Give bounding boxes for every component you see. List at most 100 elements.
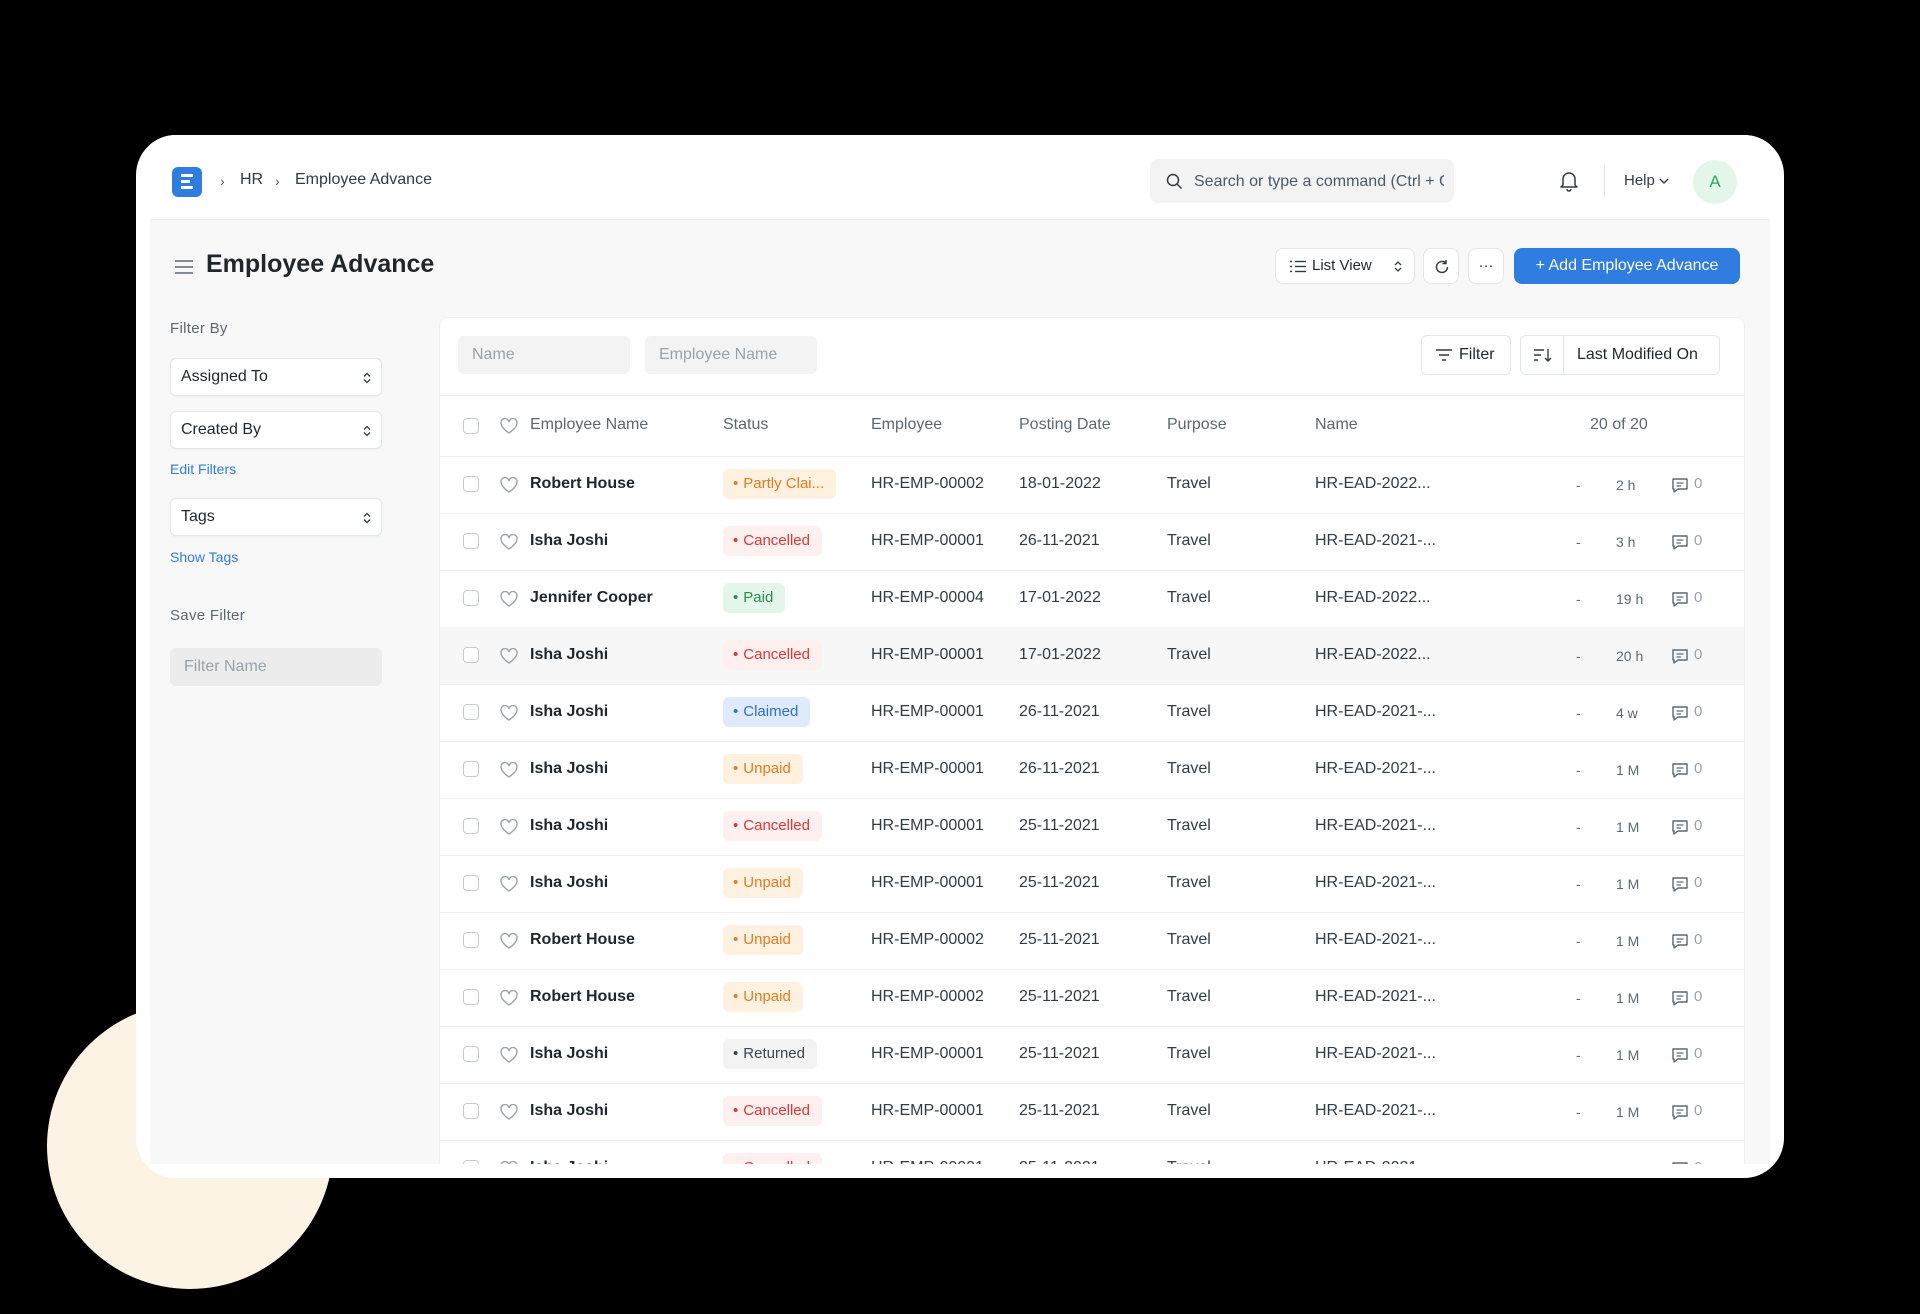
employee-name[interactable]: Isha Joshi — [530, 760, 608, 778]
employee-name[interactable]: Isha Joshi — [530, 646, 608, 664]
employee-name[interactable]: Isha Joshi — [530, 703, 608, 721]
employee-name[interactable]: Robert House — [530, 988, 635, 1006]
table-row[interactable]: Robert House Partly Clai... HR-EMP-00002 18… — [440, 456, 1744, 514]
sort-direction-button[interactable] — [1520, 335, 1564, 375]
posting-date: 25-11-2021 — [1019, 931, 1100, 948]
heart-icon[interactable] — [500, 534, 518, 550]
heart-icon[interactable] — [500, 990, 518, 1006]
status-badge: Cancelled — [723, 640, 822, 670]
created-by-select[interactable]: Created By — [170, 411, 382, 449]
refresh-button[interactable] — [1423, 248, 1459, 284]
heart-icon[interactable] — [500, 591, 518, 607]
row-checkbox[interactable] — [463, 818, 479, 834]
employee-name[interactable]: Isha Joshi — [530, 817, 608, 835]
row-checkbox[interactable] — [463, 1103, 479, 1119]
comment-icon[interactable] — [1671, 1047, 1689, 1064]
row-checkbox[interactable] — [463, 761, 479, 777]
list-view-button[interactable]: List View — [1275, 248, 1415, 284]
breadcrumb-employee-advance[interactable]: Employee Advance — [295, 171, 432, 189]
row-checkbox[interactable] — [463, 875, 479, 891]
heart-icon[interactable] — [500, 762, 518, 778]
heart-icon[interactable] — [500, 876, 518, 892]
table-row[interactable]: Robert House Unpaid HR-EMP-00002 25-11-2021… — [440, 912, 1744, 970]
table-row[interactable]: Isha Joshi Cancelled HR-EMP-00001 26-11-202… — [440, 513, 1744, 571]
row-checkbox[interactable] — [463, 704, 479, 720]
employee-name[interactable]: Isha Joshi — [530, 1159, 608, 1164]
more-icon: ··· — [1478, 257, 1494, 274]
comment-icon[interactable] — [1671, 477, 1689, 494]
empty-value: - — [1576, 990, 1581, 1006]
table-row[interactable]: Isha Joshi Unpaid HR-EMP-00001 26-11-2021 Tr… — [440, 741, 1744, 799]
select-all-checkbox[interactable] — [463, 418, 479, 434]
bell-icon[interactable] — [1559, 170, 1579, 192]
record-name: HR-EAD-2021-... — [1315, 817, 1436, 834]
chevron-right-icon: › — [220, 173, 225, 189]
heart-icon[interactable] — [500, 819, 518, 835]
heart-icon[interactable] — [500, 1104, 518, 1120]
avatar[interactable]: A — [1693, 160, 1737, 204]
employee-name[interactable]: Isha Joshi — [530, 874, 608, 892]
table-row[interactable]: Isha Joshi Cancelled HR-EMP-00001 25-11-202… — [440, 1140, 1744, 1164]
row-checkbox[interactable] — [463, 476, 479, 492]
sort-by-button[interactable]: Last Modified On — [1563, 335, 1720, 375]
employee-name[interactable]: Jennifer Cooper — [530, 589, 653, 607]
row-checkbox[interactable] — [463, 590, 479, 606]
comment-icon[interactable] — [1671, 762, 1689, 779]
edit-filters-link[interactable]: Edit Filters — [170, 461, 236, 477]
table-row[interactable]: Isha Joshi Cancelled HR-EMP-00001 17-01-202… — [440, 627, 1744, 685]
comment-icon[interactable] — [1671, 933, 1689, 950]
tags-select[interactable]: Tags — [170, 498, 382, 536]
employee-name[interactable]: Isha Joshi — [530, 532, 608, 550]
breadcrumb-hr[interactable]: HR — [240, 171, 263, 189]
table-row[interactable]: Isha Joshi Claimed HR-EMP-00001 26-11-2021 T… — [440, 684, 1744, 742]
table-row[interactable]: Isha Joshi Returned HR-EMP-00001 25-11-2021… — [440, 1026, 1744, 1084]
more-button[interactable]: ··· — [1468, 248, 1504, 284]
comment-icon[interactable] — [1671, 648, 1689, 665]
comment-icon[interactable] — [1671, 705, 1689, 722]
search-bar[interactable] — [1150, 159, 1454, 205]
row-checkbox[interactable] — [463, 533, 479, 549]
name-filter-input[interactable] — [458, 336, 630, 374]
heart-icon[interactable] — [500, 1161, 518, 1164]
employee-name[interactable]: Robert House — [530, 931, 635, 949]
heart-icon[interactable] — [500, 648, 518, 664]
filter-button[interactable]: Filter — [1421, 335, 1511, 375]
table-row[interactable]: Isha Joshi Cancelled HR-EMP-00001 25-11-202… — [440, 798, 1744, 856]
row-checkbox[interactable] — [463, 989, 479, 1005]
heart-icon[interactable] — [500, 477, 518, 493]
comment-icon[interactable] — [1671, 876, 1689, 893]
comment-icon[interactable] — [1671, 534, 1689, 551]
empty-value: - — [1576, 1047, 1581, 1063]
row-checkbox[interactable] — [463, 1160, 479, 1164]
table-row[interactable]: Isha Joshi Unpaid HR-EMP-00001 25-11-2021 Tr… — [440, 855, 1744, 913]
table-row[interactable]: Robert House Unpaid HR-EMP-00002 25-11-2021… — [440, 969, 1744, 1027]
table-row[interactable]: Jennifer Cooper Paid HR-EMP-00004 17-01-202… — [440, 570, 1744, 628]
employee-name-filter-input[interactable] — [645, 336, 817, 374]
heart-icon[interactable] — [500, 1047, 518, 1063]
row-checkbox[interactable] — [463, 647, 479, 663]
add-employee-advance-button[interactable]: + Add Employee Advance — [1514, 248, 1740, 284]
col-employee-name: Employee Name — [530, 416, 649, 433]
help-menu[interactable]: Help — [1624, 172, 1669, 189]
table-row[interactable]: Isha Joshi Cancelled HR-EMP-00001 25-11-202… — [440, 1083, 1744, 1141]
sidebar-toggle-icon[interactable] — [174, 259, 194, 275]
row-checkbox[interactable] — [463, 1046, 479, 1062]
comment-icon[interactable] — [1671, 1104, 1689, 1121]
employee-name[interactable]: Isha Joshi — [530, 1102, 608, 1120]
employee-id: HR-EMP-00001 — [871, 874, 984, 891]
employee-name[interactable]: Robert House — [530, 475, 635, 493]
show-tags-link[interactable]: Show Tags — [170, 549, 238, 565]
comment-icon[interactable] — [1671, 1161, 1689, 1164]
employee-name[interactable]: Isha Joshi — [530, 1045, 608, 1063]
comment-icon[interactable] — [1671, 819, 1689, 836]
heart-icon[interactable] — [500, 705, 518, 721]
heart-icon[interactable] — [500, 418, 518, 434]
search-input[interactable] — [1192, 159, 1446, 205]
comment-icon[interactable] — [1671, 591, 1689, 608]
comment-icon[interactable] — [1671, 990, 1689, 1007]
row-checkbox[interactable] — [463, 932, 479, 948]
assigned-to-select[interactable]: Assigned To — [170, 358, 382, 396]
app-logo-icon[interactable] — [172, 167, 202, 197]
filter-name-input[interactable] — [170, 648, 382, 686]
heart-icon[interactable] — [500, 933, 518, 949]
